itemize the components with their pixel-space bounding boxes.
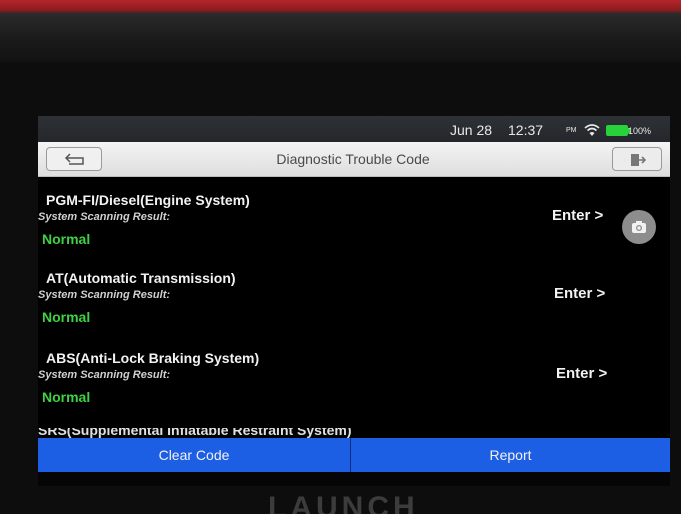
- status-bar: Jun 28 12:37 PM 100%: [38, 116, 670, 142]
- list-item: ABS(Anti-Lock Braking System) System Sca…: [38, 350, 670, 430]
- bottom-action-bar: Clear Code Report: [38, 438, 670, 472]
- camera-button[interactable]: [622, 210, 656, 244]
- battery-icon: [606, 125, 630, 136]
- list-item: PGM-FI/Diesel(Engine System) System Scan…: [38, 192, 670, 272]
- device-logo: LAUNCH: [268, 491, 418, 514]
- report-button[interactable]: Report: [351, 438, 670, 472]
- enter-button[interactable]: Enter >: [556, 365, 607, 382]
- back-arrow-icon: [64, 153, 84, 165]
- clear-code-button[interactable]: Clear Code: [38, 438, 351, 472]
- back-button[interactable]: [46, 147, 102, 171]
- scan-result-label: System Scanning Result:: [38, 369, 171, 381]
- scan-result-label: System Scanning Result:: [38, 211, 171, 223]
- wifi-icon: [584, 123, 600, 137]
- enter-button[interactable]: Enter >: [554, 285, 605, 302]
- scan-status: Normal: [42, 389, 91, 405]
- tablet-screen: Jun 28 12:37 PM 100% Diagnostic Trouble …: [38, 116, 670, 486]
- title-bar: Diagnostic Trouble Code: [38, 142, 670, 177]
- status-date: Jun 28: [450, 122, 493, 138]
- status-ampm: PM: [566, 127, 577, 134]
- device-frame-top: [0, 0, 681, 62]
- page-title: Diagnostic Trouble Code: [276, 151, 430, 167]
- system-name: SRS(Supplemental Inflatable Restraint Sy…: [38, 428, 352, 438]
- exit-icon: [631, 154, 646, 166]
- enter-button[interactable]: Enter >: [552, 207, 603, 224]
- screen-bottom-edge: [38, 472, 670, 486]
- status-time: 12:37: [508, 122, 544, 138]
- exit-button[interactable]: [612, 147, 662, 171]
- scan-status: Normal: [42, 309, 91, 325]
- system-name: AT(Automatic Transmission): [46, 270, 236, 286]
- battery-percent: 100%: [628, 126, 652, 136]
- camera-icon: [632, 221, 646, 233]
- system-name: PGM-FI/Diesel(Engine System): [46, 192, 250, 208]
- list-item: AT(Automatic Transmission) System Scanni…: [38, 270, 670, 350]
- scan-result-label: System Scanning Result:: [38, 289, 171, 301]
- scan-status: Normal: [42, 231, 91, 247]
- system-name: ABS(Anti-Lock Braking System): [46, 350, 260, 366]
